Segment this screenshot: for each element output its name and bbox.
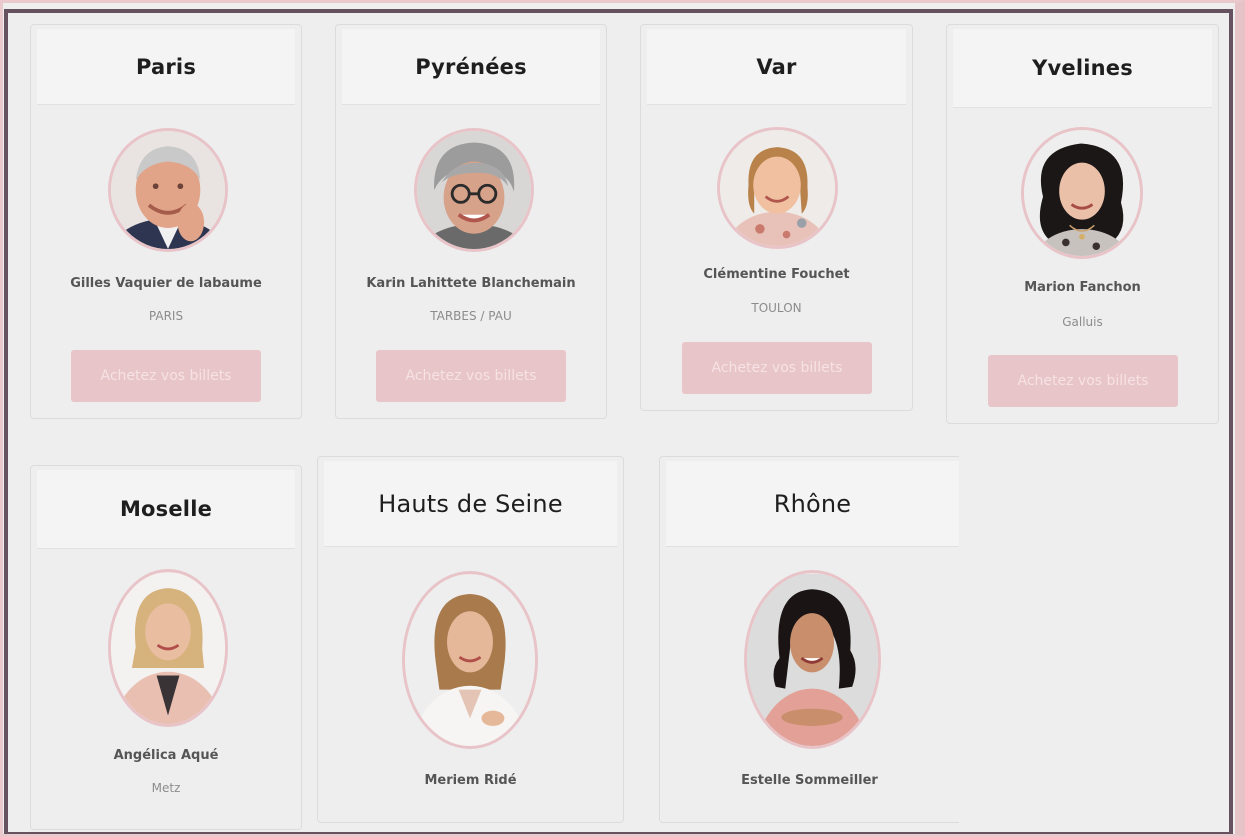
card-header: Moselle — [37, 470, 295, 549]
region-title: Var — [756, 54, 797, 79]
card-header: Yvelines — [953, 29, 1212, 108]
portrait-image — [1024, 130, 1140, 256]
card-rhone: Rhône Estelle Sommeiller — [659, 456, 959, 823]
person-city: TARBES / PAU — [430, 309, 512, 323]
buy-tickets-button[interactable]: Achetez vos billets — [376, 350, 566, 402]
person-photo — [1021, 127, 1143, 259]
person-city: PARIS — [148, 309, 184, 323]
region-title: Moselle — [119, 497, 213, 521]
person-photo — [402, 571, 538, 749]
card-header: Var — [647, 29, 906, 105]
buy-tickets-button[interactable]: Achetez vos billets — [988, 355, 1178, 407]
card-pyrenees: Pyrénées Karin Lahittete Blanchemain TAR… — [335, 24, 607, 419]
person-name: Marion Fanchon — [1024, 280, 1141, 295]
card-paris: Paris Gilles Vaquier de labaume PARIS Ac… — [30, 24, 302, 419]
card-var: Var Clémentine Fouchet TOULON Achetez vo… — [640, 24, 913, 411]
card-hauts-de-seine: Hauts de Seine Meriem Ridé — [317, 456, 624, 823]
portrait-image — [747, 573, 878, 746]
person-photo — [414, 128, 534, 252]
person-city: TOULON — [751, 301, 802, 315]
person-photo — [744, 570, 881, 749]
person-name: Gilles Vaquier de labaume — [70, 276, 262, 291]
person-city: Metz — [151, 781, 181, 795]
card-header: Rhône — [666, 461, 959, 547]
buy-tickets-button[interactable]: Achetez vos billets — [71, 350, 261, 402]
card-yvelines: Yvelines Marion Fanchon Galluis Achetez … — [946, 24, 1219, 424]
region-title: Paris — [135, 54, 197, 79]
card-header: Pyrénées — [342, 29, 600, 105]
card-header: Paris — [37, 29, 295, 105]
card-header: Hauts de Seine — [324, 461, 617, 547]
person-photo — [108, 569, 228, 727]
person-name: Angélica Aqué — [113, 748, 219, 763]
person-photo — [108, 128, 228, 252]
person-name: Meriem Ridé — [424, 773, 517, 788]
buy-tickets-button[interactable]: Achetez vos billets — [682, 342, 872, 394]
portrait-image — [111, 572, 225, 724]
region-title: Hauts de Seine — [378, 489, 563, 518]
portrait-image — [111, 131, 225, 249]
portrait-image — [720, 130, 835, 246]
person-name: Karin Lahittete Blanchemain — [366, 276, 576, 291]
region-title: Yvelines — [1032, 56, 1133, 80]
card-moselle: Moselle Angélica Aqué Metz — [30, 465, 302, 830]
person-city: Galluis — [1062, 315, 1103, 329]
person-name: Clémentine Fouchet — [703, 267, 850, 282]
person-name: Estelle Sommeiller — [741, 773, 878, 788]
person-photo — [717, 127, 838, 249]
portrait-image — [405, 574, 535, 746]
region-title: Rhône — [773, 489, 852, 518]
portrait-image — [417, 131, 531, 249]
region-title: Pyrénées — [415, 54, 527, 79]
